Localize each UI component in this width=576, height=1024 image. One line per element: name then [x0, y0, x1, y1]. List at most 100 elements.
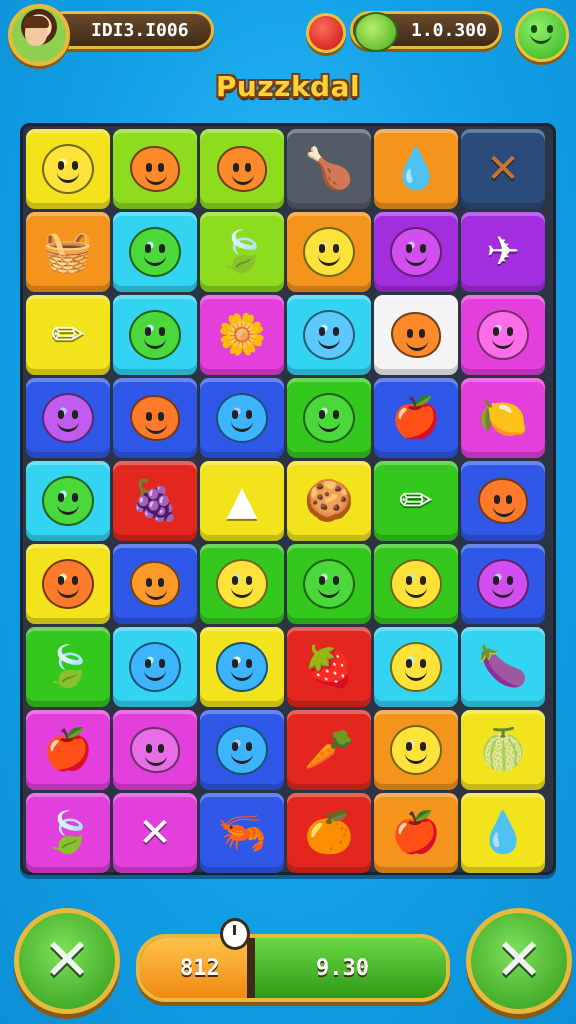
red-gem-button[interactable] — [306, 13, 346, 53]
board-tile[interactable]: 🌼 — [200, 295, 284, 375]
board-tile[interactable]: ✈ — [461, 212, 545, 292]
board-tile[interactable] — [200, 544, 284, 624]
fruit-item-icon: 🍈 — [478, 727, 528, 773]
board-tile[interactable] — [374, 627, 458, 707]
monster-face-icon — [130, 561, 180, 607]
board-tile[interactable]: 🥕 — [287, 710, 371, 790]
smiley-face-icon — [42, 393, 94, 443]
board-tile[interactable] — [113, 295, 197, 375]
board-tile[interactable]: 🍃 — [26, 627, 110, 707]
board-tile[interactable] — [461, 544, 545, 624]
board-tile[interactable] — [26, 129, 110, 209]
board-tile[interactable] — [287, 212, 371, 292]
board-tile[interactable]: 🍎 — [374, 378, 458, 458]
fruit-item-icon: 🍃 — [43, 810, 93, 856]
board-tile[interactable] — [374, 544, 458, 624]
smiley-face-icon — [129, 227, 181, 277]
smiley-face-icon — [303, 227, 355, 277]
board-tile[interactable] — [26, 544, 110, 624]
fruit-item-icon: 🍇 — [130, 478, 180, 524]
smiley-face-icon — [42, 559, 94, 609]
smiley-face-icon — [303, 393, 355, 443]
board-tile[interactable]: 🍓 — [287, 627, 371, 707]
board-tile[interactable]: ✏ — [26, 295, 110, 375]
board-tile[interactable] — [113, 627, 197, 707]
board-tile[interactable] — [374, 295, 458, 375]
left-score: 812 — [180, 955, 220, 981]
board-tile[interactable]: 🍈 — [461, 710, 545, 790]
smiley-menu-button[interactable] — [515, 8, 569, 62]
smiley-face-icon — [390, 559, 442, 609]
board-tile[interactable]: 🍎 — [374, 793, 458, 873]
fruit-item-icon: 🍓 — [304, 644, 354, 690]
board-tile[interactable] — [200, 129, 284, 209]
close-icon: ✕ — [494, 925, 544, 994]
board-tile[interactable] — [113, 129, 197, 209]
close-icon: ✕ — [42, 925, 92, 994]
fruit-item-icon: 🍎 — [391, 395, 441, 441]
board-tile[interactable]: 🍆 — [461, 627, 545, 707]
board-tile[interactable]: 🍗 — [287, 129, 371, 209]
smiley-face-icon — [216, 393, 268, 443]
fruit-item-icon: 🍎 — [391, 810, 441, 856]
board-tile[interactable] — [287, 544, 371, 624]
smiley-face-icon — [303, 310, 355, 360]
player-avatar[interactable] — [8, 4, 70, 66]
board-tile[interactable] — [200, 627, 284, 707]
board-tile[interactable]: 🍋 — [461, 378, 545, 458]
smiley-face-icon — [216, 559, 268, 609]
board-tile[interactable]: 🍇 — [113, 461, 197, 541]
smiley-face-icon — [129, 310, 181, 360]
monster-face-icon — [478, 478, 528, 524]
board-tile[interactable]: 💧 — [374, 129, 458, 209]
smiley-face-icon — [129, 642, 181, 692]
fruit-item-icon: 🍎 — [43, 727, 93, 773]
left-cancel-button[interactable]: ✕ — [14, 908, 120, 1014]
board-tile[interactable] — [287, 378, 371, 458]
smiley-face-icon — [42, 476, 94, 526]
board-tile[interactable] — [113, 710, 197, 790]
timer-icon — [220, 918, 250, 950]
board-tile[interactable] — [287, 295, 371, 375]
board-tile[interactable] — [374, 212, 458, 292]
board-tile[interactable]: 🍪 — [287, 461, 371, 541]
board-tile[interactable] — [374, 710, 458, 790]
fruit-item-icon: 🍪 — [304, 478, 354, 524]
smiley-face-icon — [390, 227, 442, 277]
board-tile[interactable]: 🍎 — [26, 710, 110, 790]
board-tile[interactable] — [113, 544, 197, 624]
board-tile[interactable]: 🍃 — [26, 793, 110, 873]
monster-face-icon — [130, 395, 180, 441]
board-tile[interactable]: 🧺 — [26, 212, 110, 292]
coins-counter: IDI3.I006 — [46, 11, 214, 49]
board-tile[interactable] — [200, 710, 284, 790]
board-tile[interactable]: ▲ — [200, 461, 284, 541]
fruit-item-icon: 🍋 — [478, 395, 528, 441]
fruit-item-icon: 🌼 — [217, 312, 267, 358]
board-tile[interactable] — [200, 378, 284, 458]
board-tile[interactable]: 🍃 — [200, 212, 284, 292]
monster-face-icon — [130, 727, 180, 773]
board-tile[interactable]: ✏ — [374, 461, 458, 541]
smiley-face-icon — [390, 642, 442, 692]
right-cancel-button[interactable]: ✕ — [466, 908, 572, 1014]
smiley-face-icon — [303, 559, 355, 609]
smiley-face-icon — [216, 642, 268, 692]
smiley-face-icon — [477, 559, 529, 609]
monster-face-icon — [130, 146, 180, 192]
fruit-item-icon: ✏ — [399, 478, 433, 524]
board-tile[interactable]: ✕ — [113, 793, 197, 873]
board-tile[interactable] — [26, 378, 110, 458]
fruit-item-icon: 🥕 — [304, 727, 354, 773]
board-tile[interactable]: ✕ — [461, 129, 545, 209]
board-tile[interactable]: 🍊 — [287, 793, 371, 873]
board-tile[interactable]: 🦐 — [200, 793, 284, 873]
board-tile[interactable] — [461, 461, 545, 541]
board-tile[interactable] — [113, 212, 197, 292]
board-tile[interactable] — [26, 461, 110, 541]
board-tile[interactable]: 💧 — [461, 793, 545, 873]
board-tile[interactable] — [113, 378, 197, 458]
fruit-item-icon: 🦐 — [217, 810, 267, 856]
coins-value: IDI3.I006 — [91, 19, 189, 41]
board-tile[interactable] — [461, 295, 545, 375]
